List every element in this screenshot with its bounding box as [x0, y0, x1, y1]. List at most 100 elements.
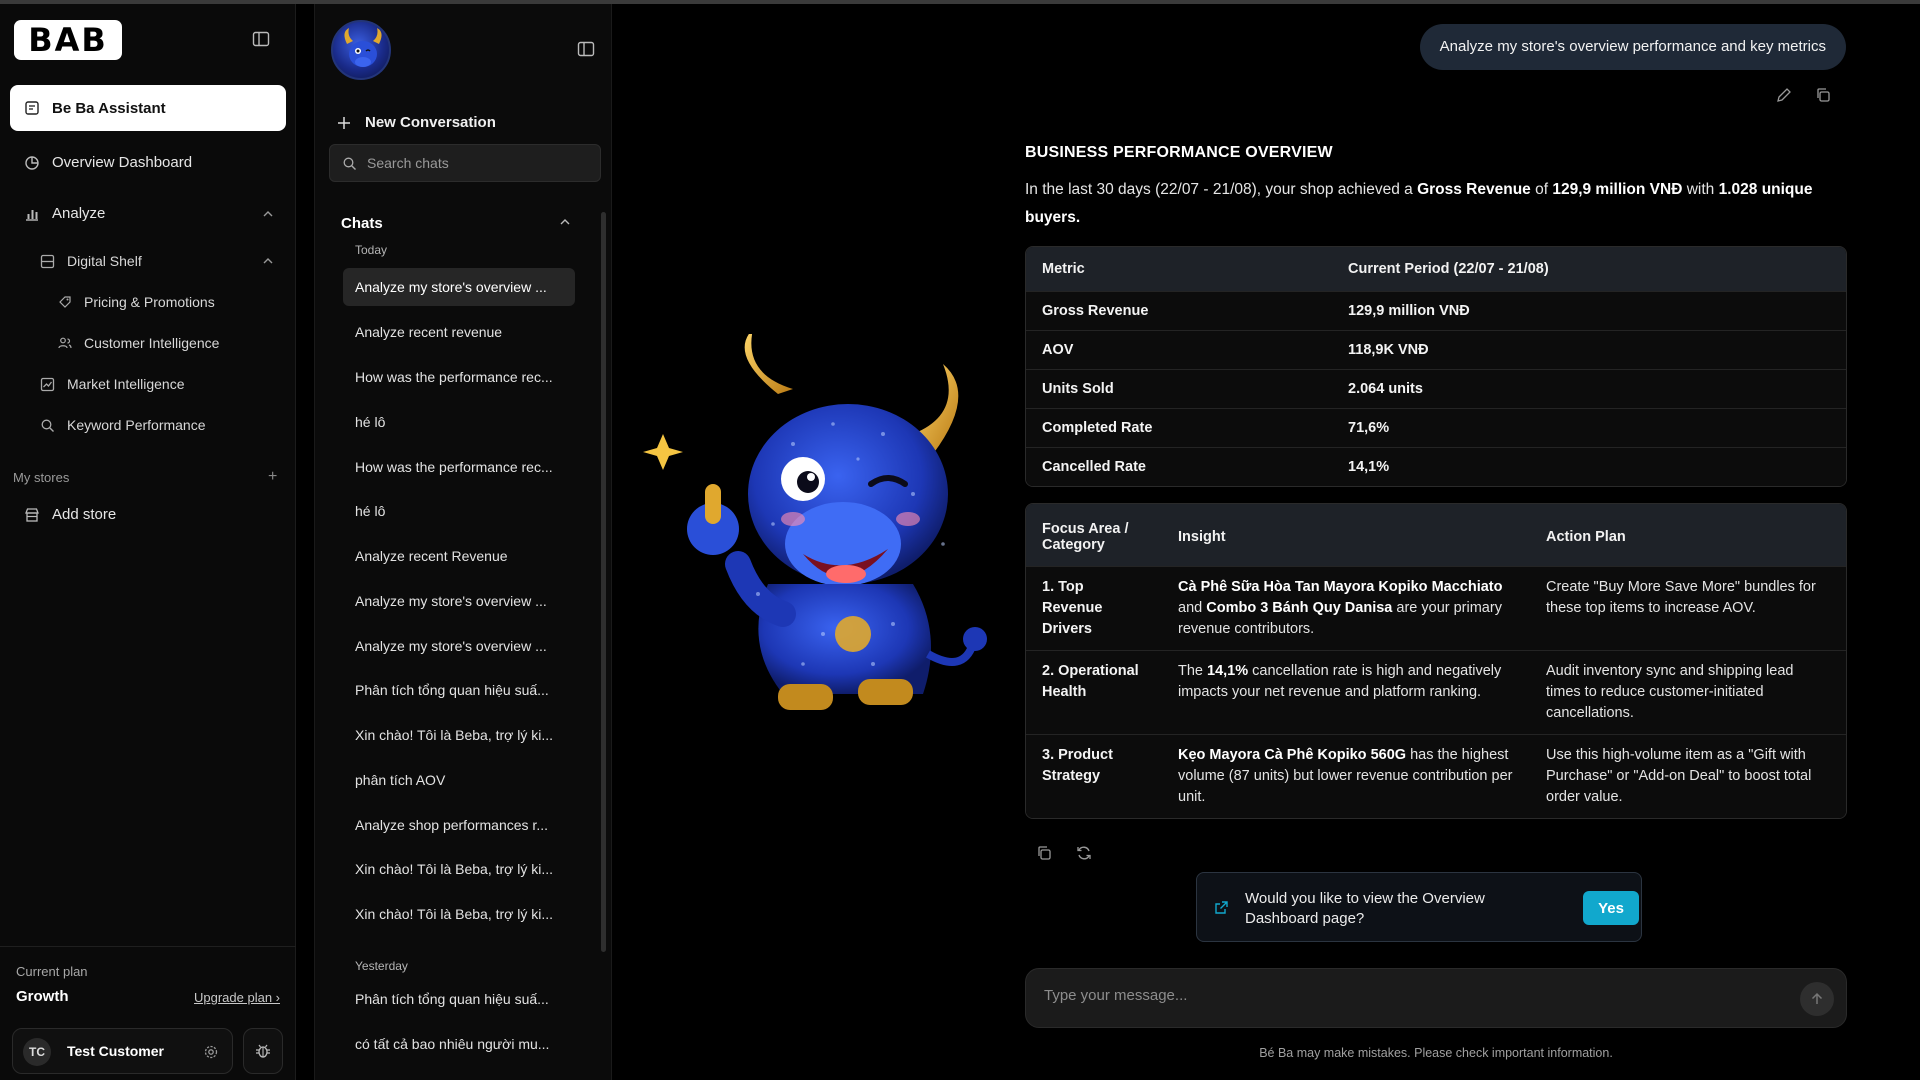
users-icon: [58, 336, 72, 350]
conversation-area: Analyze my store's overview performance …: [613, 4, 1920, 1080]
chat-item[interactable]: Analyze my store's overview ...: [343, 582, 575, 620]
yes-button[interactable]: Yes: [1583, 891, 1639, 925]
dashboard-suggestion-card: Would you like to view the Overview Dash…: [1196, 872, 1642, 942]
search-icon: [40, 418, 55, 433]
chat-item[interactable]: How was the performance rec...: [343, 448, 575, 486]
new-conversation-button[interactable]: New Conversation: [337, 114, 496, 131]
chat-item[interactable]: có tất cả bao nhiêu người mu...: [343, 1025, 575, 1063]
suggestion-text: Would you like to view the Overview Dash…: [1245, 890, 1485, 927]
current-plan-label: Current plan: [16, 964, 88, 979]
store-icon: [24, 507, 40, 523]
nav-item-customer-intelligence[interactable]: Customer Intelligence: [58, 335, 219, 351]
nav-item-overview-dashboard[interactable]: Overview Dashboard: [24, 154, 192, 171]
message-input[interactable]: [1044, 987, 1764, 1004]
nav-label: Be Ba Assistant: [52, 99, 166, 117]
table-header: Focus Area / Category: [1026, 504, 1162, 566]
pie-chart-icon: [24, 155, 40, 171]
chat-item[interactable]: Analyze my store's overview ...: [343, 627, 575, 665]
message-composer[interactable]: [1025, 968, 1847, 1028]
table-header: Current Period (22/07 - 21/08): [1332, 247, 1846, 291]
table-row: Gross Revenue 129,9 million VNĐ: [1026, 291, 1846, 330]
app-logo[interactable]: BAB: [14, 20, 122, 60]
tag-icon: [58, 295, 72, 309]
chat-item[interactable]: Analyze my store's overview ...: [343, 268, 575, 306]
focus-table: Focus Area / Category Insight Action Pla…: [1025, 503, 1847, 819]
search-chats-input[interactable]: [367, 155, 587, 171]
edit-icon[interactable]: [1775, 86, 1793, 104]
chat-item[interactable]: Xin chào! Tôi là Beba, trợ lý ki...: [343, 716, 575, 754]
answer-actions: [1035, 844, 1093, 862]
search-icon: [342, 156, 357, 171]
send-button[interactable]: [1800, 982, 1834, 1016]
search-chats-box[interactable]: [329, 144, 601, 182]
regenerate-icon[interactable]: [1075, 844, 1093, 862]
chats-section-header[interactable]: Chats: [341, 215, 383, 232]
chat-item[interactable]: Phân tích tổng quan hiệu suấ...: [343, 980, 575, 1018]
chat-item[interactable]: Analyze shop performances r...: [343, 806, 575, 844]
my-stores-label: My stores: [13, 470, 70, 485]
table-row: 2. Operational Health The 14,1% cancella…: [1026, 650, 1846, 734]
disclaimer-text: Bé Ba may make mistakes. Please check im…: [1259, 1046, 1613, 1060]
nav-item-market-intelligence[interactable]: Market Intelligence: [40, 376, 185, 392]
mascot-illustration: [643, 329, 993, 734]
upgrade-plan-link[interactable]: Upgrade plan ›: [194, 990, 280, 1005]
add-store-plus-icon[interactable]: +: [268, 468, 277, 486]
avatar: TC: [23, 1038, 51, 1066]
assistant-icon: [24, 100, 40, 116]
chat-item[interactable]: Xin chào! Tôi là Beba, trợ lý ki...: [343, 895, 575, 933]
chat-item[interactable]: How was the performance rec...: [343, 358, 575, 396]
arrow-up-icon: [1810, 992, 1824, 1006]
chat-item[interactable]: Xin chào! Tôi là Beba, trợ lý ki...: [343, 850, 575, 888]
copy-icon[interactable]: [1035, 844, 1053, 862]
answer-intro: In the last 30 days (22/07 - 21/08), you…: [1025, 181, 1813, 226]
shelf-icon: [40, 254, 55, 269]
nav-label: Analyze: [52, 205, 106, 222]
sidebar-toggle-icon[interactable]: [252, 30, 270, 48]
chat-item[interactable]: hé lô: [343, 403, 575, 441]
chat-item[interactable]: Analyze recent revenue: [343, 313, 575, 351]
table-header: Action Plan: [1530, 504, 1846, 566]
nav-label: Market Intelligence: [67, 376, 185, 392]
copy-icon[interactable]: [1814, 86, 1832, 104]
assistant-answer: BUSINESS PERFORMANCE OVERVIEW In the las…: [1025, 144, 1847, 835]
nav-label: Pricing & Promotions: [84, 294, 215, 310]
table-header: Insight: [1162, 504, 1530, 566]
nav-label: Add store: [52, 506, 117, 523]
table-row: 3. Product Strategy Kẹo Mayora Cà Phê Ko…: [1026, 734, 1846, 818]
nav-item-digital-shelf[interactable]: Digital Shelf: [40, 253, 274, 269]
user-message-bubble: Analyze my store's overview performance …: [1419, 24, 1846, 70]
user-profile-card[interactable]: TC Test Customer: [12, 1028, 233, 1074]
panel-toggle-icon[interactable]: [577, 40, 595, 58]
answer-title: BUSINESS PERFORMANCE OVERVIEW: [1025, 144, 1333, 161]
metrics-table: Metric Current Period (22/07 - 21/08) Gr…: [1025, 246, 1847, 487]
bot-avatar: [331, 20, 391, 80]
line-chart-icon: [40, 377, 55, 392]
nav-item-analyze[interactable]: Analyze: [24, 205, 274, 222]
table-row: Completed Rate 71,6%: [1026, 408, 1846, 447]
gear-icon[interactable]: [203, 1044, 219, 1060]
nav-label: Customer Intelligence: [84, 335, 220, 351]
chevron-up-icon[interactable]: [262, 255, 274, 267]
nav-label: Keyword Performance: [67, 417, 206, 433]
bar-chart-icon: [24, 206, 40, 222]
bug-icon: [254, 1042, 272, 1060]
add-store-button[interactable]: Add store: [24, 506, 116, 523]
new-conversation-label: New Conversation: [365, 114, 496, 131]
chat-list-scrollbar[interactable]: [601, 212, 606, 952]
yesterday-label: Yesterday: [355, 959, 408, 973]
chat-item[interactable]: hé lô: [343, 492, 575, 530]
nav-item-be-ba-assistant[interactable]: Be Ba Assistant: [10, 85, 286, 131]
plan-name: Growth: [16, 988, 69, 1005]
chat-item[interactable]: phân tích AOV: [343, 761, 575, 799]
chevron-up-icon[interactable]: [559, 216, 571, 228]
user-name: Test Customer: [67, 1043, 164, 1059]
nav-item-keyword-performance[interactable]: Keyword Performance: [40, 417, 206, 433]
chat-item[interactable]: Analyze recent Revenue: [343, 537, 575, 575]
sidebar-nav: BAB Be Ba Assistant Overview Dashboard A…: [0, 4, 296, 1080]
external-link-icon: [1213, 900, 1229, 916]
chevron-up-icon[interactable]: [262, 208, 274, 220]
nav-label: Overview Dashboard: [52, 154, 193, 171]
nav-item-pricing-promotions[interactable]: Pricing & Promotions: [58, 294, 215, 310]
chat-item[interactable]: Phân tích tổng quan hiệu suấ...: [343, 671, 575, 709]
report-bug-button[interactable]: [243, 1028, 283, 1074]
